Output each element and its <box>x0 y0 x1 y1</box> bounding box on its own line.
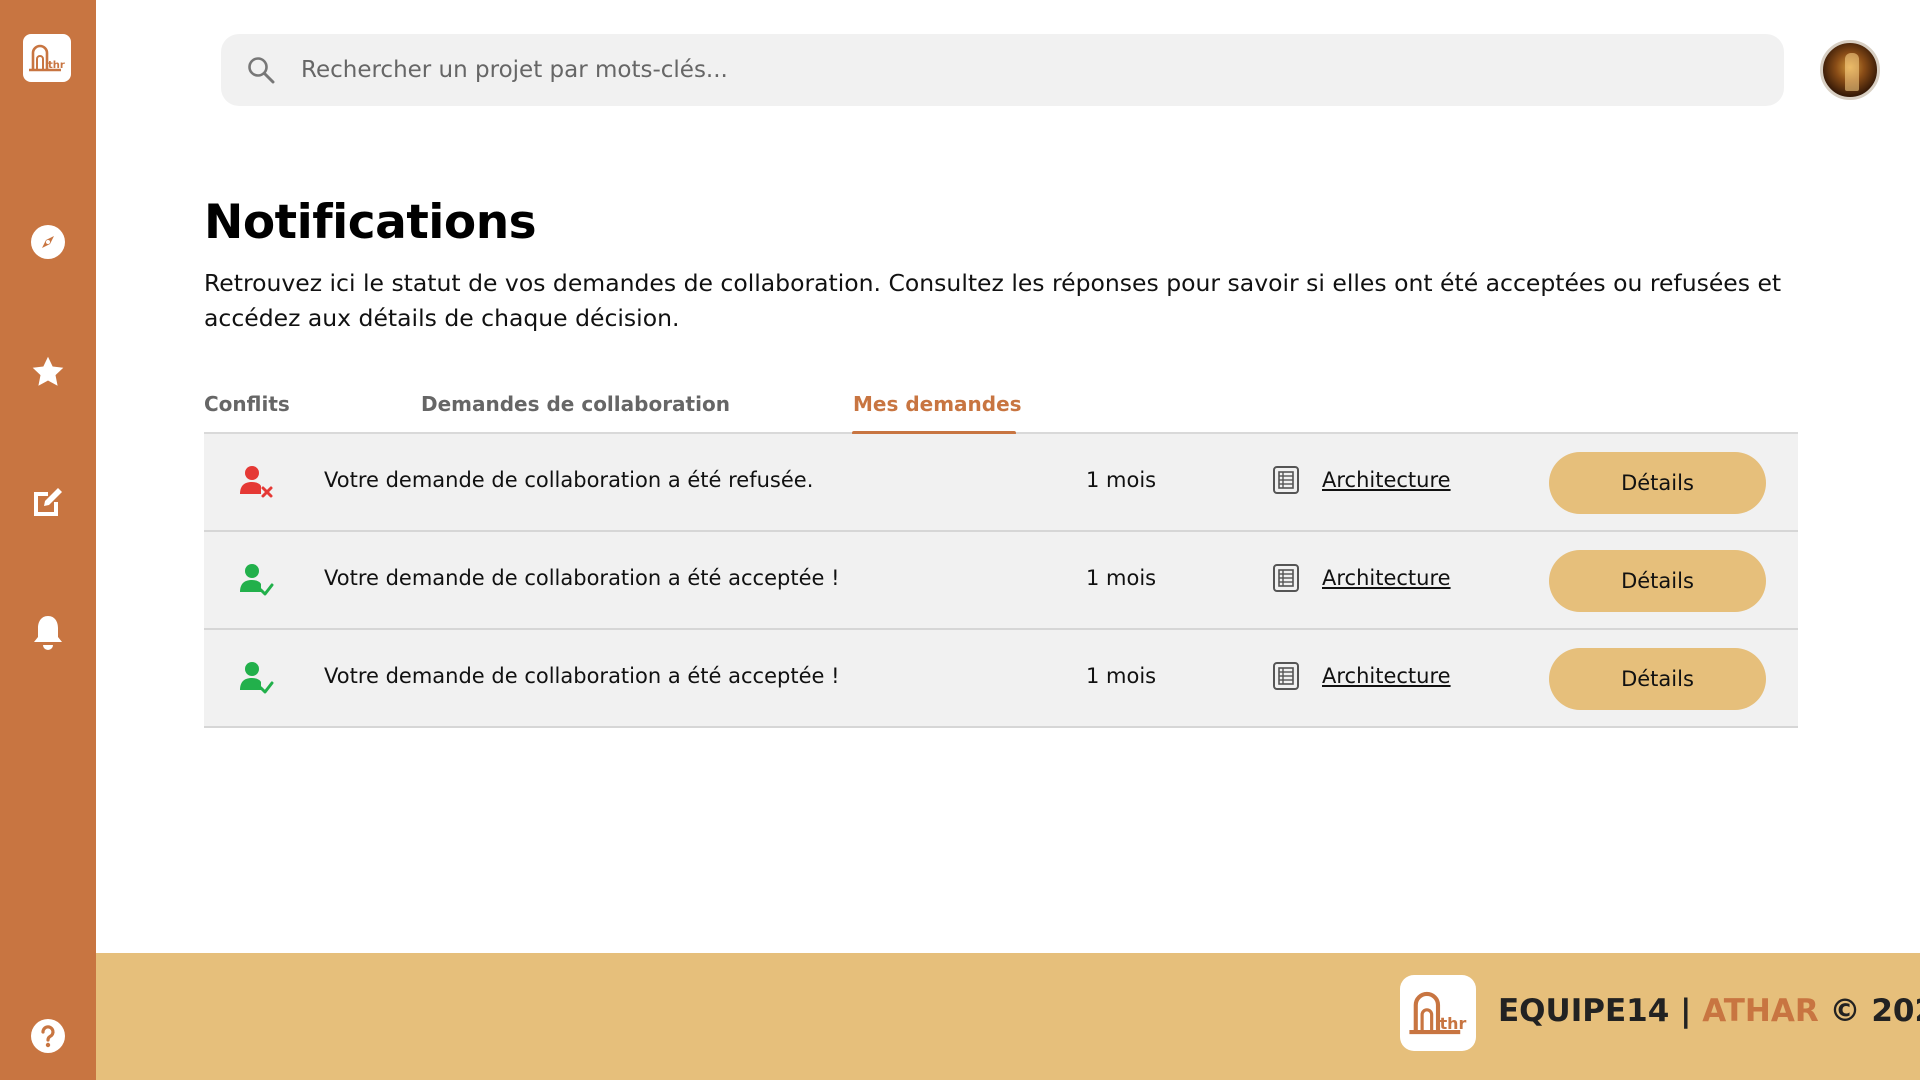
details-button[interactable]: Détails <box>1549 452 1766 514</box>
tab-mes-demandes[interactable]: Mes demandes <box>853 392 1022 416</box>
notification-time: 1 mois <box>1086 664 1157 688</box>
compass-icon[interactable] <box>28 222 68 262</box>
notification-list: Votre demande de collaboration a été ref… <box>204 434 1798 728</box>
notification-row: Votre demande de collaboration a été ref… <box>204 434 1798 532</box>
search-bar <box>221 34 1784 106</box>
sidebar: thr <box>0 0 96 1080</box>
notification-row: Votre demande de collaboration a été acc… <box>204 532 1798 630</box>
notification-time: 1 mois <box>1086 566 1157 590</box>
athar-logo-icon[interactable]: thr <box>23 34 71 82</box>
footer: thr EQUIPE14 | ATHAR © 2025 <box>96 953 1920 1080</box>
page-description: Retrouvez ici le statut de vos demandes … <box>204 269 1782 332</box>
notification-message: Votre demande de collaboration a été acc… <box>324 566 840 590</box>
details-button[interactable]: Détails <box>1549 550 1766 612</box>
footer-brand: ATHAR <box>1702 993 1819 1029</box>
tab-conflits[interactable]: Conflits <box>204 392 290 416</box>
notification-message: Votre demande de collaboration a été ref… <box>324 468 814 492</box>
bell-icon[interactable] <box>28 612 68 652</box>
document-icon <box>1272 465 1302 497</box>
user-accepted-icon <box>238 562 274 598</box>
footer-copyright: EQUIPE14 | ATHAR © 2025 <box>1498 993 1920 1029</box>
project-link[interactable]: Architecture <box>1322 566 1451 590</box>
search-icon <box>247 55 277 85</box>
footer-year: © 2025 <box>1829 993 1920 1029</box>
user-refused-icon <box>238 464 274 500</box>
project-link[interactable]: Architecture <box>1322 664 1451 688</box>
project-link[interactable]: Architecture <box>1322 468 1451 492</box>
star-icon[interactable] <box>28 352 68 392</box>
search-input[interactable] <box>301 57 1701 83</box>
user-accepted-icon <box>238 660 274 696</box>
document-icon <box>1272 563 1302 595</box>
avatar[interactable] <box>1820 40 1880 100</box>
details-button[interactable]: Détails <box>1549 648 1766 710</box>
tab-demandes-de-collaboration[interactable]: Demandes de collaboration <box>421 392 730 416</box>
edit-icon[interactable] <box>28 482 68 522</box>
notification-time: 1 mois <box>1086 468 1157 492</box>
page-title: Notifications <box>204 195 537 250</box>
document-icon <box>1272 661 1302 693</box>
athar-logo-icon: thr <box>1400 975 1476 1051</box>
notification-message: Votre demande de collaboration a été acc… <box>324 664 840 688</box>
notification-row: Votre demande de collaboration a été acc… <box>204 630 1798 728</box>
help-icon[interactable] <box>28 1016 68 1056</box>
svg-text:thr: thr <box>48 60 65 71</box>
footer-team: EQUIPE14 | <box>1498 993 1703 1029</box>
tab-bar: Conflits Demandes de collaboration Mes d… <box>204 388 1798 435</box>
svg-text:thr: thr <box>1440 1014 1467 1033</box>
